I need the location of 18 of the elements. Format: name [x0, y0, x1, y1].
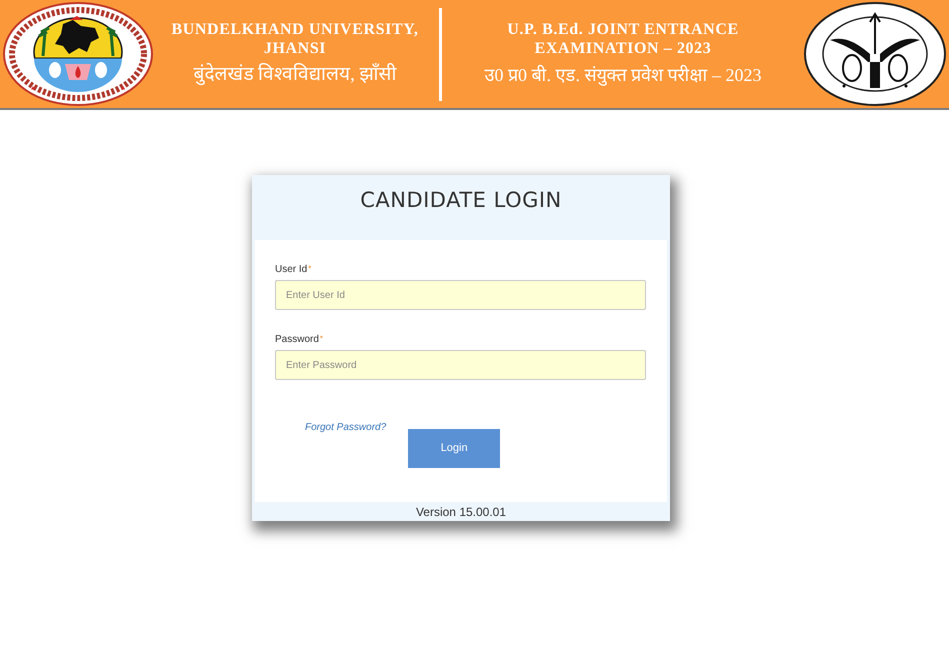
field-label: User Id — [275, 264, 308, 276]
university-name-hindi: बुंदेलखंड विश्वविद्यालय, झाँसी — [193, 62, 397, 88]
required-mark: * — [308, 264, 312, 273]
exam-title: U.P. B.Ed. JOINT ENTRANCE — [507, 20, 739, 39]
input-field[interactable]: Enter Password — [275, 350, 646, 380]
round-emblem-icon — [3, 2, 153, 106]
university-name: BUNDELKHAND UNIVERSITY, — [171, 20, 419, 39]
round-seal-icon — [804, 2, 946, 106]
university-name: JHANSI — [264, 39, 326, 58]
exam-title: EXAMINATION – 2023 — [534, 39, 712, 58]
exam-title-hindi: उ0 प्र0 बी. एड. संयुक्त प्रवेश परीक्षा – 2023 — [484, 64, 762, 88]
version-text: Version 15.00.01 — [416, 504, 506, 518]
required-mark: * — [320, 334, 324, 343]
input-field[interactable]: Enter User Id — [275, 280, 646, 310]
login-title: CANDIDATE LOGIN — [360, 187, 562, 213]
field-label: Password — [275, 334, 319, 346]
forgot-password-link[interactable]: Forgot Password? — [305, 422, 386, 434]
login-button[interactable]: Login — [408, 429, 500, 468]
